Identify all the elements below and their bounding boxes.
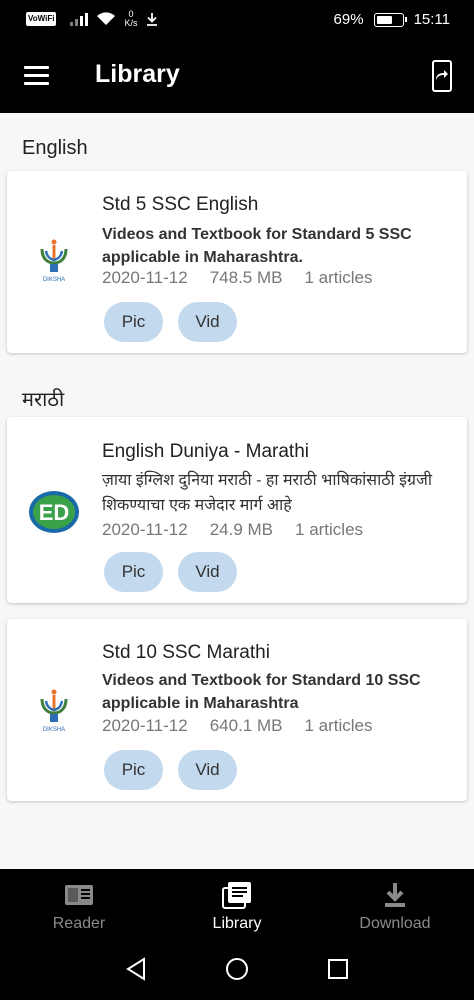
nav-label: Download <box>359 915 431 932</box>
nav-download[interactable]: Download <box>316 881 474 933</box>
battery-percent: 69% <box>333 11 364 28</box>
clock: 15:11 <box>413 11 450 28</box>
library-card[interactable]: DIKSHA Std 10 SSC Marathi Videos and Tex… <box>7 619 467 801</box>
system-navigation-bar <box>0 957 474 987</box>
share-app-icon[interactable] <box>432 60 452 92</box>
ed-logo: ED <box>27 485 81 539</box>
diksha-logo: DIKSHA <box>27 683 81 737</box>
card-title: English Duniya - Marathi <box>102 441 309 462</box>
network-speed: 0 K/s <box>124 9 138 28</box>
svg-text:DIKSHA: DIKSHA <box>43 277 65 283</box>
library-list[interactable]: English DIKSHA Std 5 SSC English Videos … <box>0 113 474 869</box>
nav-library[interactable]: Library <box>158 881 316 933</box>
download-icon <box>385 883 405 907</box>
vowifi-indicator: VoWiFi <box>26 12 57 26</box>
library-card[interactable]: DIKSHA Std 5 SSC English Videos and Text… <box>7 171 467 353</box>
app-bar: Library <box>0 40 474 113</box>
card-meta: 2020-11-12 640.1 MB 1 articles <box>102 716 373 736</box>
card-title: Std 10 SSC Marathi <box>102 642 270 663</box>
svg-text:ED: ED <box>39 500 70 525</box>
library-icon <box>222 882 251 909</box>
card-description: Videos and Textbook for Standard 5 SSC a… <box>102 226 412 266</box>
section-title-marathi: मराठी <box>22 389 65 411</box>
hamburger-menu-icon[interactable] <box>24 66 49 86</box>
library-card[interactable]: ED English Duniya - Marathi ज़ाया इंग्लि… <box>7 417 467 603</box>
back-icon[interactable] <box>125 957 147 981</box>
wifi-icon <box>97 12 116 25</box>
tag-vid[interactable]: Vid <box>178 552 237 592</box>
bottom-navigation: Reader Library Download <box>0 869 474 1000</box>
card-articles: 1 articles <box>304 268 373 287</box>
download-notification-icon <box>147 13 158 26</box>
card-size: 748.5 MB <box>209 268 283 287</box>
card-meta: 2020-11-12 24.9 MB 1 articles <box>102 520 363 540</box>
home-icon[interactable] <box>225 957 249 981</box>
nav-label: Reader <box>52 915 106 932</box>
tag-pic[interactable]: Pic <box>104 552 163 592</box>
reader-icon <box>65 885 93 905</box>
nav-reader[interactable]: Reader <box>0 881 158 933</box>
card-articles: 1 articles <box>295 520 364 539</box>
diksha-logo: DIKSHA <box>27 233 81 287</box>
tag-vid[interactable]: Vid <box>178 750 237 790</box>
card-articles: 1 articles <box>304 716 373 735</box>
card-date: 2020-11-12 <box>102 268 188 287</box>
card-date: 2020-11-12 <box>102 716 188 735</box>
card-size: 640.1 MB <box>209 716 283 735</box>
tag-pic[interactable]: Pic <box>104 750 163 790</box>
nav-label: Library <box>212 915 262 932</box>
card-description: Videos and Textbook for Standard 10 SSC … <box>102 672 421 712</box>
battery-icon <box>373 12 407 27</box>
status-bar: VoWiFi 0 K/s 69% 15:11 <box>0 0 474 40</box>
section-title-english: English <box>22 137 88 159</box>
card-description: ज़ाया इंग्लिश दुनिया मराठी - हा मराठी भा… <box>102 472 433 514</box>
recents-icon[interactable] <box>327 957 349 981</box>
page-title: Library <box>95 60 180 88</box>
card-date: 2020-11-12 <box>102 520 188 539</box>
svg-text:DIKSHA: DIKSHA <box>43 727 65 733</box>
tag-pic[interactable]: Pic <box>104 302 163 342</box>
signal-icon <box>70 12 89 26</box>
card-size: 24.9 MB <box>209 520 274 539</box>
card-meta: 2020-11-12 748.5 MB 1 articles <box>102 268 373 288</box>
tag-vid[interactable]: Vid <box>178 302 237 342</box>
card-title: Std 5 SSC English <box>102 194 259 215</box>
